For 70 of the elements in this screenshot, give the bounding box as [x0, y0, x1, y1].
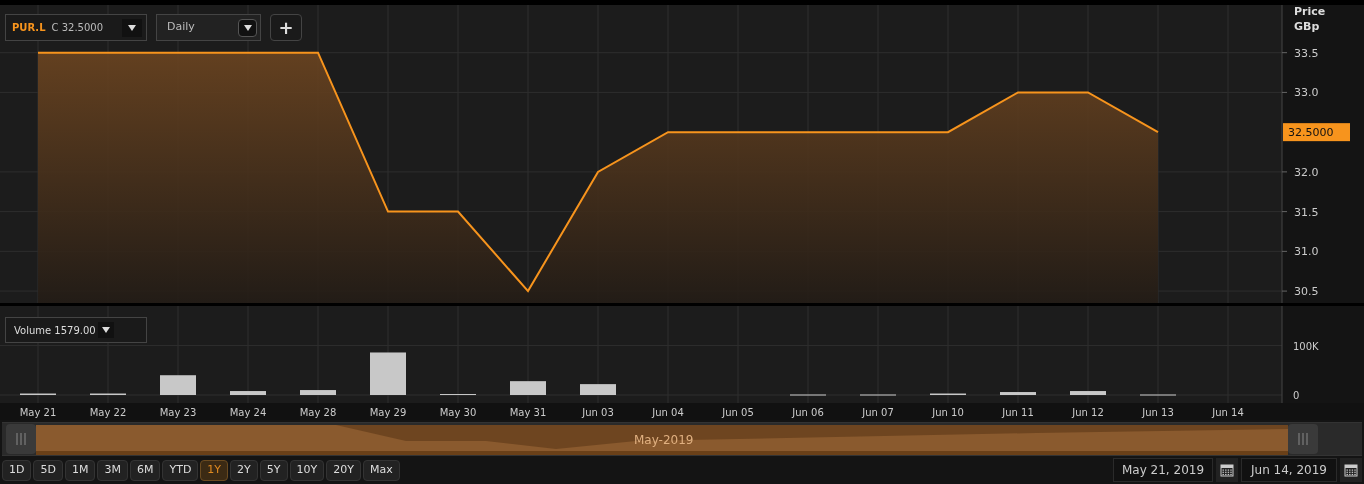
calendar-icon — [1220, 463, 1234, 477]
volume-bar — [510, 381, 546, 395]
date-label: May 23 — [159, 407, 197, 418]
end-date-field[interactable]: Jun 14, 2019 — [1241, 458, 1337, 482]
volume-bar — [160, 375, 196, 395]
range-tab[interactable]: 1D — [2, 459, 32, 481]
date-label: Jun 04 — [652, 407, 684, 418]
axis-tick-label: 33.0 — [1294, 86, 1319, 100]
interval-dropdown[interactable]: Daily — [156, 14, 261, 41]
date-label: May 24 — [229, 407, 267, 418]
axis-tick-label: 32.0 — [1294, 165, 1319, 179]
range-tab[interactable]: YTD — [162, 459, 199, 481]
caret-icon — [101, 327, 110, 333]
navigator-left-handle[interactable] — [6, 424, 36, 454]
axis-tick-label: 100K — [1293, 340, 1319, 352]
symbol-label: PUR.L — [12, 21, 46, 35]
range-tab[interactable]: 5Y — [259, 459, 288, 481]
navigator-period-label: May-2019 — [634, 432, 694, 449]
axis-title: Price GBp — [1294, 5, 1326, 33]
date-label: May 29 — [369, 407, 407, 418]
caret-icon — [128, 24, 136, 31]
range-tab[interactable]: 5D — [33, 459, 63, 481]
volume-bar — [580, 384, 616, 395]
volume-bar — [1070, 391, 1106, 395]
range-tab[interactable]: 6M — [129, 459, 161, 481]
date-label: Jun 07 — [862, 407, 894, 418]
range-tab[interactable]: 1M — [64, 459, 96, 481]
date-label: Jun 14 — [1212, 407, 1244, 418]
symbol-selector[interactable]: PUR.L C 32.5000 — [5, 14, 147, 41]
range-tab[interactable]: 20Y — [326, 459, 361, 481]
volume-legend[interactable]: Volume 1579.00 — [5, 317, 147, 343]
volume-bar — [300, 390, 336, 395]
range-tab[interactable]: Max — [362, 459, 400, 481]
date-label: Jun 06 — [792, 407, 824, 418]
start-date-field[interactable]: May 21, 2019 — [1113, 458, 1213, 482]
axis-tick-label: 30.5 — [1294, 285, 1319, 299]
last-price-label: 32.5000 — [1283, 123, 1350, 142]
start-date-calendar-button[interactable] — [1216, 458, 1238, 482]
volume-label: Volume 1579.00 — [14, 323, 96, 338]
range-tab[interactable]: 10Y — [289, 459, 325, 481]
range-tab[interactable]: 1Y — [200, 459, 229, 481]
volume-bar — [1000, 392, 1036, 395]
date-label: Jun 10 — [932, 407, 964, 418]
range-tab[interactable]: 2Y — [230, 459, 258, 481]
date-label: May 28 — [299, 407, 337, 418]
grip-icon — [1298, 433, 1308, 445]
caret-icon — [243, 24, 252, 31]
date-label: May 31 — [509, 407, 547, 418]
date-label: May 22 — [89, 407, 127, 418]
date-label: May 30 — [439, 407, 477, 418]
axis-tick-label: 31.0 — [1294, 245, 1319, 259]
grip-icon — [16, 433, 26, 445]
quote-label: C 32.5000 — [51, 21, 104, 35]
navigator-right-handle[interactable] — [1288, 424, 1318, 454]
date-label: Jun 11 — [1002, 407, 1034, 418]
axis-tick-label: 31.5 — [1294, 205, 1319, 219]
end-date-calendar-button[interactable] — [1340, 458, 1362, 482]
axis-tick-label: 33.5 — [1294, 46, 1319, 60]
volume-bar — [370, 352, 406, 395]
add-button[interactable]: + — [270, 14, 302, 41]
date-label: Jun 03 — [582, 407, 614, 418]
calendar-icon — [1344, 463, 1358, 477]
date-label: Jun 05 — [722, 407, 754, 418]
date-label: May 21 — [19, 407, 57, 418]
date-label: Jun 12 — [1072, 407, 1104, 418]
volume-bar — [230, 391, 266, 395]
date-label: Jun 13 — [1142, 407, 1174, 418]
axis-tick-label: 0 — [1293, 390, 1300, 401]
range-tab[interactable]: 3M — [97, 459, 128, 481]
range-navigator[interactable]: May-2019 — [2, 422, 1362, 456]
